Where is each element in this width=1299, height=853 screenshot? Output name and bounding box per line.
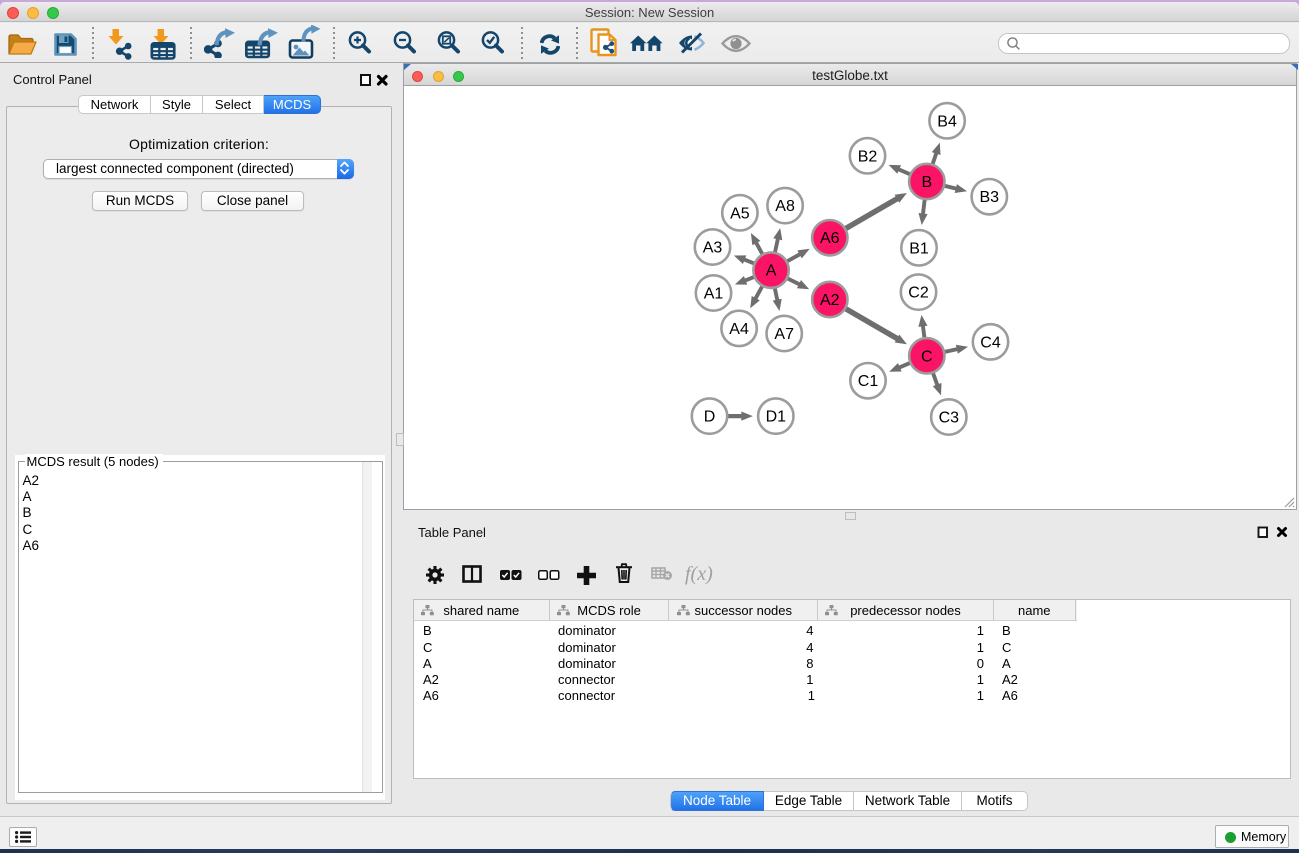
svg-text:C: C — [921, 348, 933, 365]
svg-text:A1: A1 — [704, 286, 724, 303]
svg-text:C3: C3 — [939, 410, 960, 427]
svg-text:A8: A8 — [775, 198, 795, 215]
svg-text:A4: A4 — [729, 321, 749, 338]
svg-text:B: B — [921, 174, 932, 191]
svg-text:A3: A3 — [703, 240, 723, 257]
svg-text:C2: C2 — [908, 285, 929, 302]
svg-text:B2: B2 — [858, 148, 878, 165]
svg-text:B3: B3 — [980, 189, 1000, 206]
svg-text:D: D — [704, 409, 716, 426]
svg-text:B4: B4 — [937, 113, 957, 130]
svg-text:A7: A7 — [774, 326, 794, 343]
svg-text:D1: D1 — [766, 409, 787, 426]
svg-text:A2: A2 — [820, 292, 840, 309]
svg-text:A5: A5 — [730, 205, 750, 222]
svg-text:C4: C4 — [980, 334, 1001, 351]
svg-text:C1: C1 — [858, 373, 879, 390]
svg-text:B1: B1 — [909, 240, 929, 257]
svg-text:A: A — [766, 263, 777, 280]
svg-text:A6: A6 — [820, 230, 840, 247]
